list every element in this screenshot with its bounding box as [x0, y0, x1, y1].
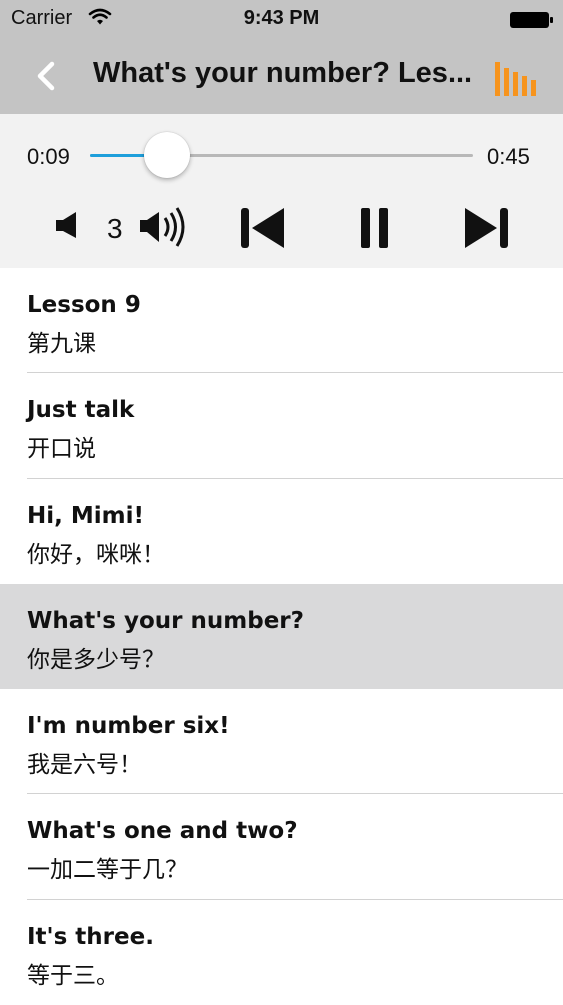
page-title: What's your number? Les... — [93, 57, 473, 89]
lesson-title-zh: 开口说 — [27, 436, 96, 463]
lesson-row[interactable]: What's your number? 你是多少号？ — [0, 583, 563, 690]
skip-next-icon[interactable] — [463, 206, 509, 255]
status-time: 9:43 PM — [243, 7, 320, 29]
lesson-row[interactable]: What's one and two? 一加二等于几？ — [0, 794, 563, 900]
lesson-title-en: I'm number six! — [27, 713, 230, 740]
lesson-row[interactable]: It's three. 等于三。 — [0, 900, 563, 1005]
lesson-row[interactable]: Lesson 9 第九课 — [0, 268, 563, 374]
lesson-row[interactable]: Just talk 开口说 — [0, 373, 563, 479]
elapsed-time: 0:09 — [27, 144, 70, 169]
lesson-title-zh: 等于三。 — [27, 962, 119, 989]
volume-level: 3 — [107, 213, 123, 244]
lesson-title-en: Hi, Mimi! — [27, 502, 144, 529]
progress-thumb[interactable] — [143, 132, 190, 178]
skip-previous-icon[interactable] — [240, 206, 286, 255]
lesson-title-en: It's three. — [27, 923, 154, 950]
pause-icon[interactable] — [360, 206, 390, 255]
lesson-title-en: What's one and two? — [27, 818, 298, 845]
lesson-title-zh: 第九课 — [27, 331, 96, 357]
battery-icon — [509, 11, 555, 34]
volume-up-icon[interactable] — [138, 206, 190, 253]
lesson-title-en: Just talk — [27, 397, 135, 424]
lesson-title-zh: 我是六号！ — [27, 752, 142, 779]
lesson-title-en: What's your number? — [27, 607, 304, 634]
lesson-list: Lesson 9 第九课 Just talk 开口说 Hi, Mimi! 你好，咪咪！ Wh… — [0, 268, 563, 1005]
equalizer-bars-icon[interactable] — [494, 60, 538, 101]
lesson-title-zh: 你好，咪咪！ — [27, 541, 165, 568]
status-bar: Carrier 9:43 PM — [0, 0, 563, 38]
lesson-row[interactable]: Hi, Mimi! 你好，咪咪！ — [0, 479, 563, 584]
total-time: 0:45 — [487, 144, 530, 169]
navigation-bar: What's your number? Les... — [0, 38, 563, 114]
lesson-title-zh: 你是多少号？ — [27, 646, 165, 673]
volume-down-icon[interactable] — [54, 210, 82, 245]
lesson-row[interactable]: I'm number six! 我是六号！ — [0, 689, 563, 795]
lesson-title-zh: 一加二等于几？ — [27, 857, 188, 884]
audio-player: 0:09 0:45 3 — [0, 114, 563, 268]
lesson-title-en: Lesson 9 — [27, 292, 141, 318]
progress-slider[interactable] — [90, 132, 473, 178]
back-chevron-icon[interactable] — [32, 60, 62, 92]
